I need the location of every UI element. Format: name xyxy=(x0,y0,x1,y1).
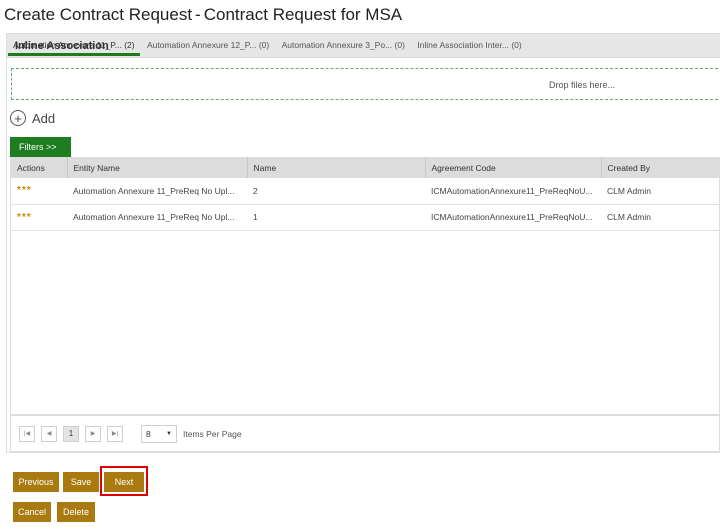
table-row: *** Automation Annexure 11_PreReq No Upl… xyxy=(11,178,720,205)
grid-container: Actions Entity Name Name Agreement Code … xyxy=(10,157,720,415)
page-title-main: Create Contract Request xyxy=(4,5,193,24)
add-button[interactable]: + Add xyxy=(10,110,55,126)
last-page-button[interactable]: ▶| xyxy=(107,425,123,442)
next-button-highlight xyxy=(100,466,148,496)
tab-inline-association-inter[interactable]: Inline Association Inter... (0) xyxy=(412,36,526,56)
items-per-page-label: Items Per Page xyxy=(183,428,242,439)
cell-agreement-code: ICMAutomationAnnexure11_PreReqNoU... xyxy=(425,178,601,205)
first-page-button[interactable]: |◀ xyxy=(19,425,35,442)
tab-bar: Automation Annexure 11_P... (2) Automati… xyxy=(8,36,527,56)
cell-entity-name: Automation Annexure 11_PreReq No Upl... xyxy=(67,178,247,205)
row-actions-menu[interactable]: *** xyxy=(11,204,67,231)
grid-header-row: Actions Entity Name Name Agreement Code … xyxy=(11,157,720,178)
drop-files-label: Drop files here... xyxy=(549,80,616,90)
page-size-select[interactable]: 8 ▼ xyxy=(141,424,177,443)
file-drop-zone[interactable]: Drop files here... xyxy=(11,68,720,100)
next-page-button[interactable]: ▶ xyxy=(85,425,101,442)
pager: |◀ ◀ 1 ▶ ▶| 8 ▼ Items Per Page xyxy=(10,415,720,452)
cancel-button[interactable]: Cancel xyxy=(13,502,51,522)
chevron-down-icon: ▼ xyxy=(166,430,172,437)
column-header-agreement-code[interactable]: Agreement Code xyxy=(425,157,602,178)
cell-agreement-code: ICMAutomationAnnexure11_PreReqNoU... xyxy=(425,204,601,231)
cell-created-by: CLM Admin xyxy=(601,178,720,205)
column-header-actions[interactable]: Actions xyxy=(11,157,68,178)
cell-name: 1 xyxy=(247,204,425,231)
page-size-value: 8 xyxy=(146,428,151,439)
previous-button[interactable]: Previous xyxy=(13,472,59,492)
cell-name: 2 xyxy=(247,178,425,205)
prev-page-button[interactable]: ◀ xyxy=(41,425,57,442)
add-label: Add xyxy=(32,110,56,126)
column-header-name[interactable]: Name xyxy=(247,157,426,178)
save-button[interactable]: Save xyxy=(63,472,99,492)
page-title: Create Contract Request - Contract Request… xyxy=(4,5,402,25)
delete-button[interactable]: Delete xyxy=(57,502,95,522)
tab-automation-annexure-11[interactable]: Automation Annexure 11_P... (2) xyxy=(8,36,140,56)
title-separator: - xyxy=(195,5,201,24)
column-header-entity-name[interactable]: Entity Name xyxy=(67,157,248,178)
table-row: *** Automation Annexure 11_PreReq No Upl… xyxy=(11,204,720,231)
tab-automation-annexure-12[interactable]: Automation Annexure 12_P... (0) xyxy=(142,36,274,56)
current-page-number[interactable]: 1 xyxy=(63,425,79,442)
entity-grid: Actions Entity Name Name Agreement Code … xyxy=(11,157,720,231)
cell-created-by: CLM Admin xyxy=(601,204,720,231)
row-actions-menu[interactable]: *** xyxy=(11,178,67,205)
cell-entity-name: Automation Annexure 11_PreReq No Upl... xyxy=(67,204,247,231)
filters-button[interactable]: Filters >> xyxy=(10,137,71,157)
column-header-created-by[interactable]: Created By xyxy=(601,157,720,178)
page-title-sub: Contract Request for MSA xyxy=(203,5,403,24)
plus-circle-icon: + xyxy=(10,110,26,126)
tab-automation-annexure-3[interactable]: Automation Annexure 3_Po... (0) xyxy=(277,36,410,56)
